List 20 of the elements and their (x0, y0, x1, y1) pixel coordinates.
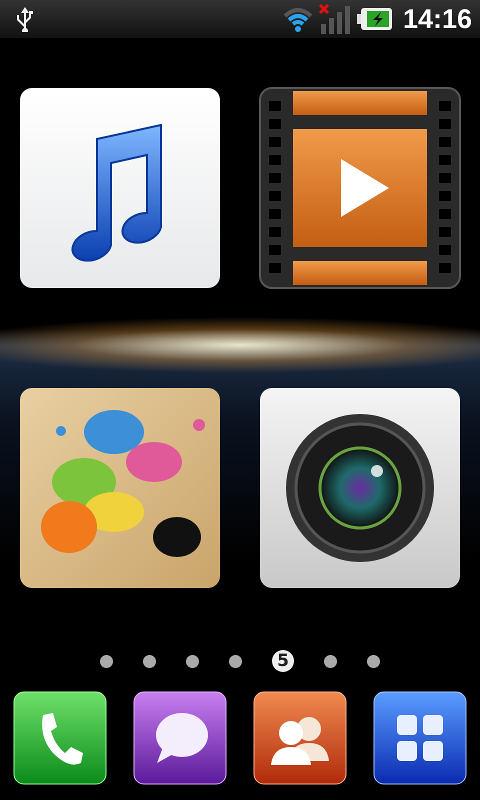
clock-time: 14:16 (402, 4, 472, 34)
page-dot[interactable] (186, 654, 199, 668)
battery-icon (356, 7, 393, 31)
page-dot[interactable] (367, 654, 380, 668)
paint-splash-icon[interactable] (19, 387, 221, 589)
music-note-icon[interactable] (19, 87, 221, 289)
film-play-icon[interactable] (259, 87, 461, 289)
page-dot[interactable] (229, 654, 242, 668)
usb-icon (14, 6, 36, 32)
page-dot[interactable] (324, 654, 337, 668)
two-people-icon[interactable] (253, 691, 347, 785)
app-grid-icon[interactable] (373, 691, 467, 785)
signal-icon (318, 4, 351, 34)
current-page-indicator[interactable]: 5 (272, 650, 294, 672)
page-dot[interactable] (143, 654, 156, 668)
phone-handset-icon[interactable] (13, 691, 107, 785)
speech-bubble-icon[interactable] (133, 691, 227, 785)
wifi-icon (282, 6, 313, 32)
page-dot[interactable] (100, 654, 113, 668)
camera-lens-icon[interactable] (259, 387, 461, 589)
